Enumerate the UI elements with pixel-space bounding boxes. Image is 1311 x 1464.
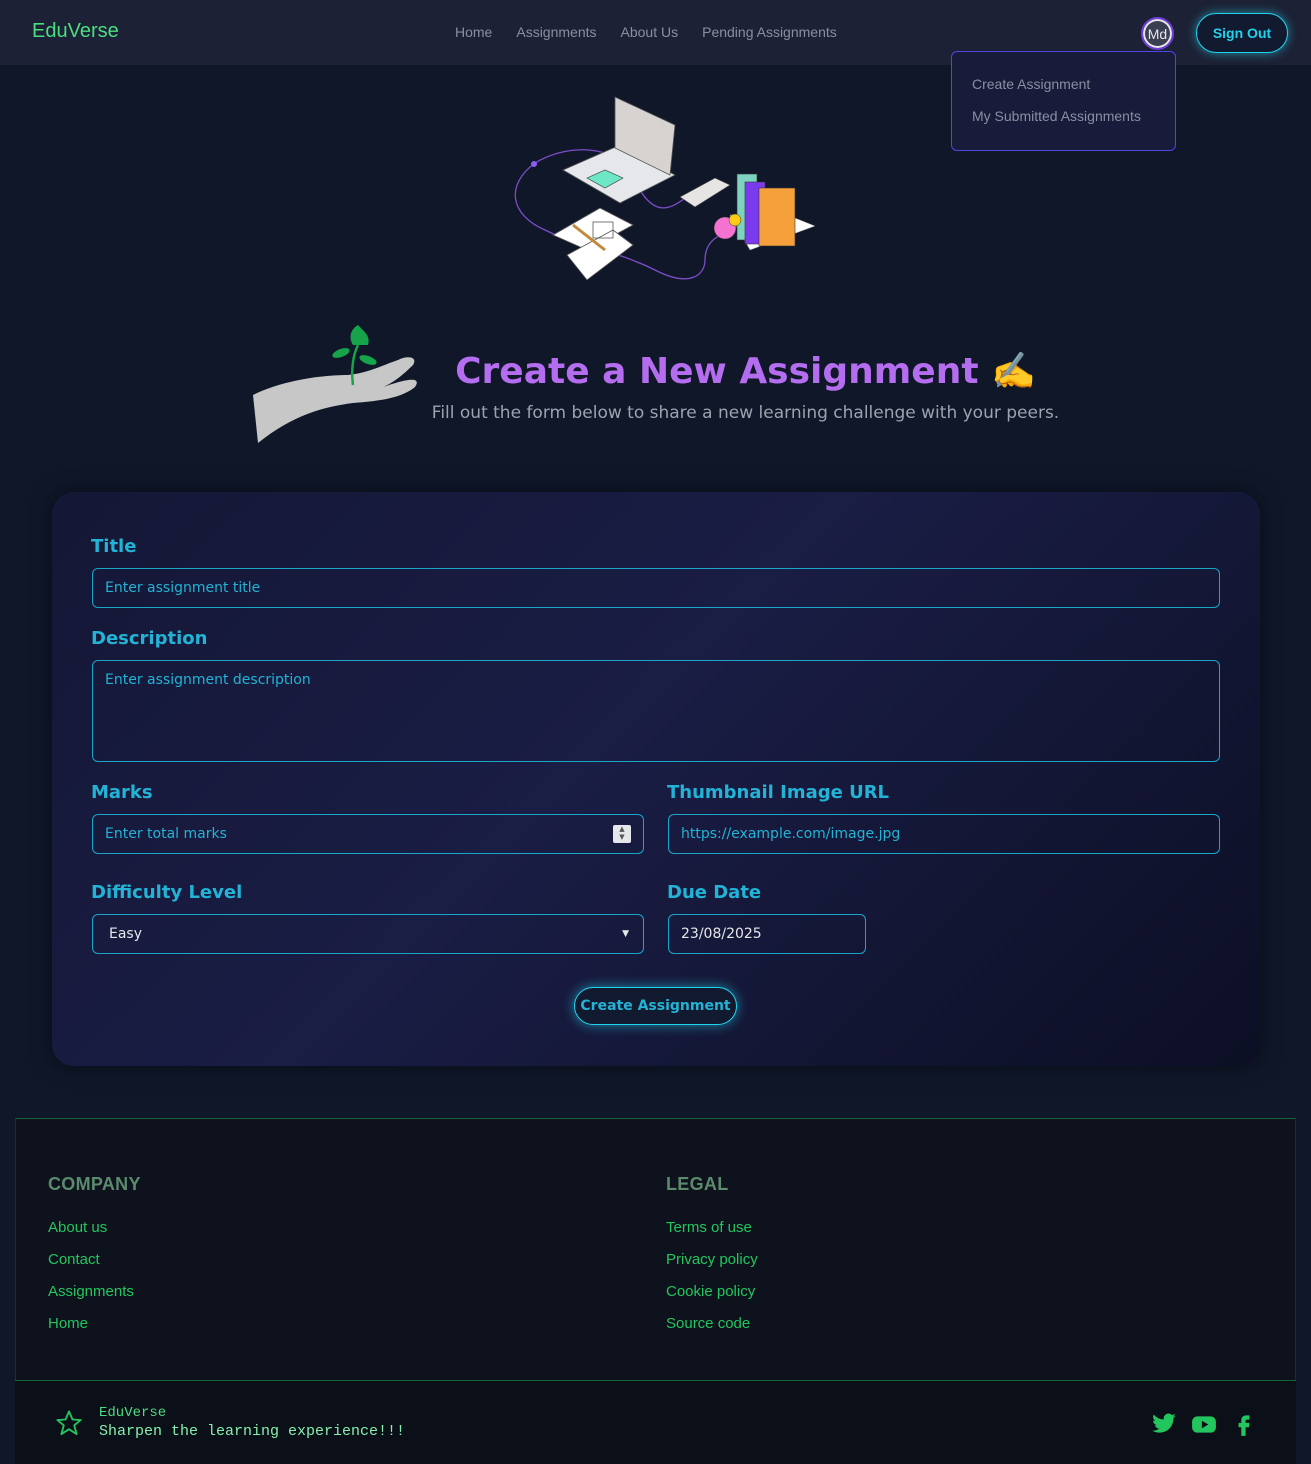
footer-link-contact[interactable]: Contact xyxy=(48,1251,100,1268)
footer-link-assignments[interactable]: Assignments xyxy=(48,1283,134,1300)
nav-link-about-us[interactable]: About Us xyxy=(621,24,679,40)
nav-link-pending-assignments[interactable]: Pending Assignments xyxy=(702,24,837,40)
star-icon xyxy=(56,1410,82,1436)
study-illustration xyxy=(514,96,816,281)
title-input[interactable]: Enter assignment title xyxy=(92,568,1220,608)
footer: COMPANY About us Contact Assignments Hom… xyxy=(15,1118,1296,1380)
difficulty-label: Difficulty Level xyxy=(91,882,243,903)
thumbnail-label: Thumbnail Image URL xyxy=(667,782,890,803)
title-label: Title xyxy=(91,536,137,557)
youtube-icon[interactable] xyxy=(1191,1411,1217,1437)
menu-item-my-submitted-assignments[interactable]: My Submitted Assignments xyxy=(972,108,1175,124)
page-title: Create a New Assignment ✍️ xyxy=(455,351,1036,392)
nav-link-assignments[interactable]: Assignments xyxy=(516,24,596,40)
footer-company-title: COMPANY xyxy=(48,1174,141,1194)
description-label: Description xyxy=(91,628,208,649)
footer-link-terms[interactable]: Terms of use xyxy=(666,1219,752,1236)
footer-link-about-us[interactable]: About us xyxy=(48,1219,107,1236)
thumbnail-placeholder: https://example.com/image.jpg xyxy=(681,826,901,842)
facebook-icon[interactable] xyxy=(1231,1411,1257,1437)
difficulty-selected-value: Easy xyxy=(109,926,143,942)
footer-link-cookie[interactable]: Cookie policy xyxy=(666,1283,755,1300)
number-stepper-icon[interactable]: ▲ ▼ xyxy=(613,825,631,843)
footer-link-source-code[interactable]: Source code xyxy=(666,1315,750,1332)
footer-brand: EduVerse xyxy=(99,1405,167,1421)
difficulty-select[interactable]: Easy ▼ xyxy=(92,914,644,954)
footer-link-home[interactable]: Home xyxy=(48,1315,88,1332)
marks-input[interactable]: Enter total marks ▲ ▼ xyxy=(92,814,644,854)
sign-out-button[interactable]: Sign Out xyxy=(1196,13,1288,53)
user-dropdown-menu: Create Assignment My Submitted Assignmen… xyxy=(951,51,1176,151)
footer-tagline: Sharpen the learning experience!!! xyxy=(99,1423,406,1440)
footer-link-privacy[interactable]: Privacy policy xyxy=(666,1251,758,1268)
footer-bottom-bar: EduVerse Sharpen the learning experience… xyxy=(15,1380,1296,1464)
create-assignment-button[interactable]: Create Assignment xyxy=(574,987,737,1025)
twitter-icon[interactable] xyxy=(1151,1411,1177,1437)
thumbnail-url-input[interactable]: https://example.com/image.jpg xyxy=(668,814,1220,854)
avatar[interactable]: Md xyxy=(1141,17,1174,50)
description-textarea[interactable]: Enter assignment description xyxy=(92,660,1220,762)
caret-down-icon: ▼ xyxy=(622,929,629,939)
footer-legal-title: LEGAL xyxy=(666,1174,729,1194)
description-placeholder: Enter assignment description xyxy=(105,672,311,688)
due-date-value: 23/08/2025 xyxy=(681,926,762,942)
due-date-input[interactable]: 23/08/2025 xyxy=(668,914,866,954)
marks-placeholder: Enter total marks xyxy=(105,826,227,842)
brand-logo[interactable]: EduVerse xyxy=(32,20,119,43)
page-subtitle: Fill out the form below to share a new l… xyxy=(431,403,1060,423)
marks-label: Marks xyxy=(91,782,153,803)
nav-link-home[interactable]: Home xyxy=(455,24,492,40)
menu-item-create-assignment[interactable]: Create Assignment xyxy=(972,76,1175,92)
due-date-label: Due Date xyxy=(667,882,762,903)
title-placeholder: Enter assignment title xyxy=(105,580,261,596)
nav-links: Home Assignments About Us Pending Assign… xyxy=(455,24,837,40)
